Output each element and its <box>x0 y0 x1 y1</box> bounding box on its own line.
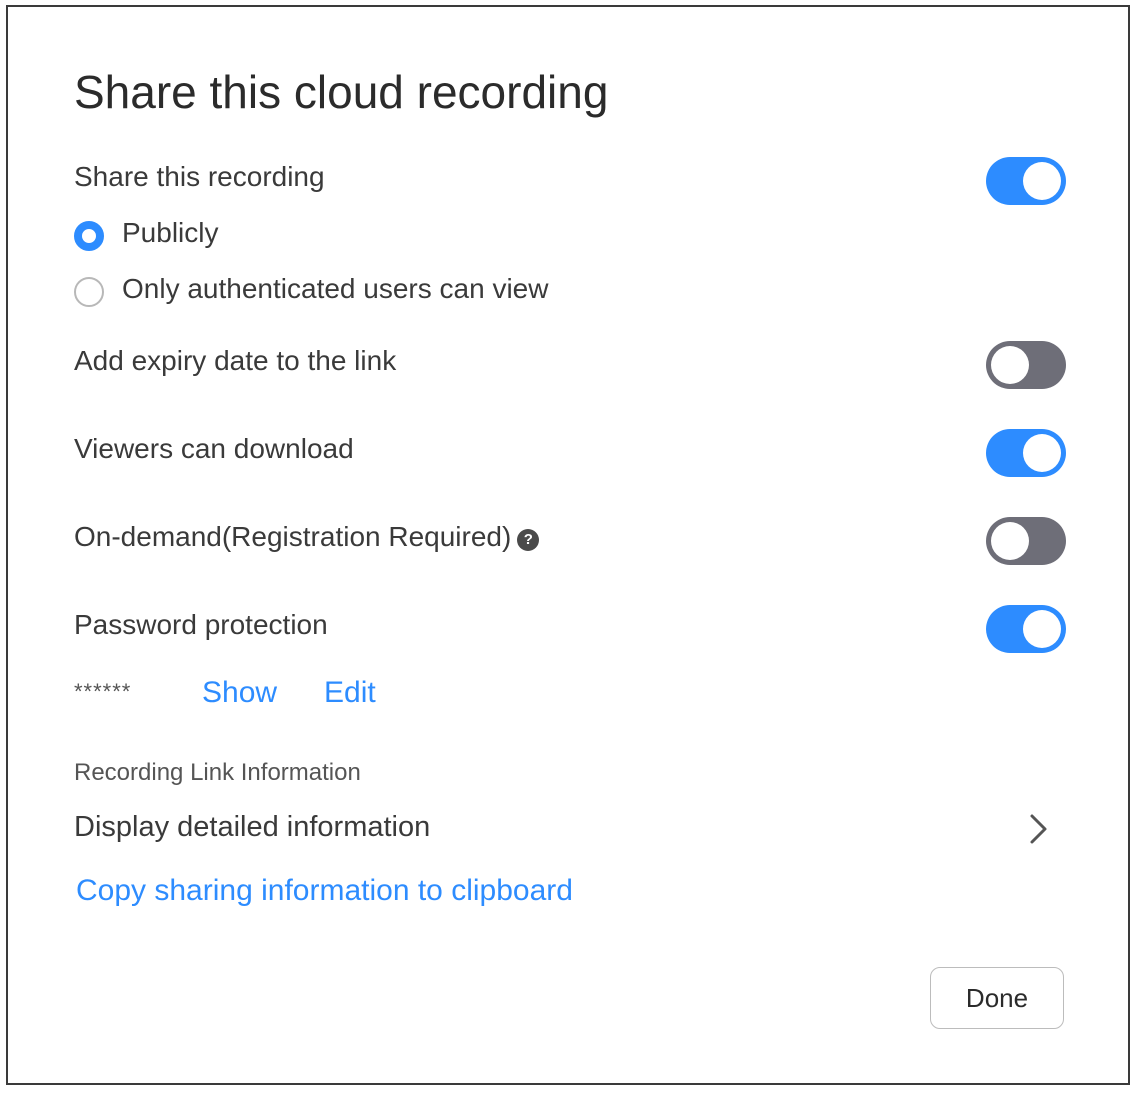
share-recording-toggle[interactable] <box>986 157 1066 205</box>
copy-sharing-info-link[interactable]: Copy sharing information to clipboard <box>76 873 573 909</box>
question-circle-icon[interactable]: ? <box>517 529 540 551</box>
edit-password-link[interactable]: Edit <box>324 675 376 711</box>
display-detailed-information-label: Display detailed information <box>74 811 431 843</box>
recording-link-section-label: Recording Link Information <box>74 759 361 786</box>
password-toggle[interactable] <box>986 605 1066 653</box>
download-toggle[interactable] <box>986 429 1066 477</box>
share-recording-label: Share this recording <box>74 161 325 192</box>
radio-publicly-label[interactable]: Publicly <box>122 215 218 251</box>
radio-authenticated-only[interactable] <box>74 277 104 307</box>
toggle-knob <box>1023 162 1061 200</box>
password-masked-value: ****** <box>74 679 132 704</box>
dialog-title: Share this cloud recording <box>74 66 609 118</box>
toggle-knob <box>991 522 1029 560</box>
show-password-link[interactable]: Show <box>202 675 277 711</box>
expiry-toggle[interactable] <box>986 341 1066 389</box>
share-recording-dialog: Share this cloud recording Share this re… <box>6 5 1130 1085</box>
download-label: Viewers can download <box>74 433 354 464</box>
toggle-knob <box>1023 610 1061 648</box>
expiry-label: Add expiry date to the link <box>74 345 397 376</box>
radio-publicly[interactable] <box>74 221 104 251</box>
ondemand-toggle[interactable] <box>986 517 1066 565</box>
radio-authenticated-only-label[interactable]: Only authenticated users can view <box>122 271 548 307</box>
chevron-right-icon <box>1030 814 1047 844</box>
toggle-knob <box>1023 434 1061 472</box>
password-label: Password protection <box>74 609 328 640</box>
ondemand-row: On-demand(Registration Required)? <box>74 519 540 555</box>
done-button[interactable]: Done <box>930 967 1064 1029</box>
ondemand-label: On-demand(Registration Required) <box>74 521 512 552</box>
display-detailed-information-row[interactable]: Display detailed information <box>68 797 1058 857</box>
toggle-knob <box>991 346 1029 384</box>
